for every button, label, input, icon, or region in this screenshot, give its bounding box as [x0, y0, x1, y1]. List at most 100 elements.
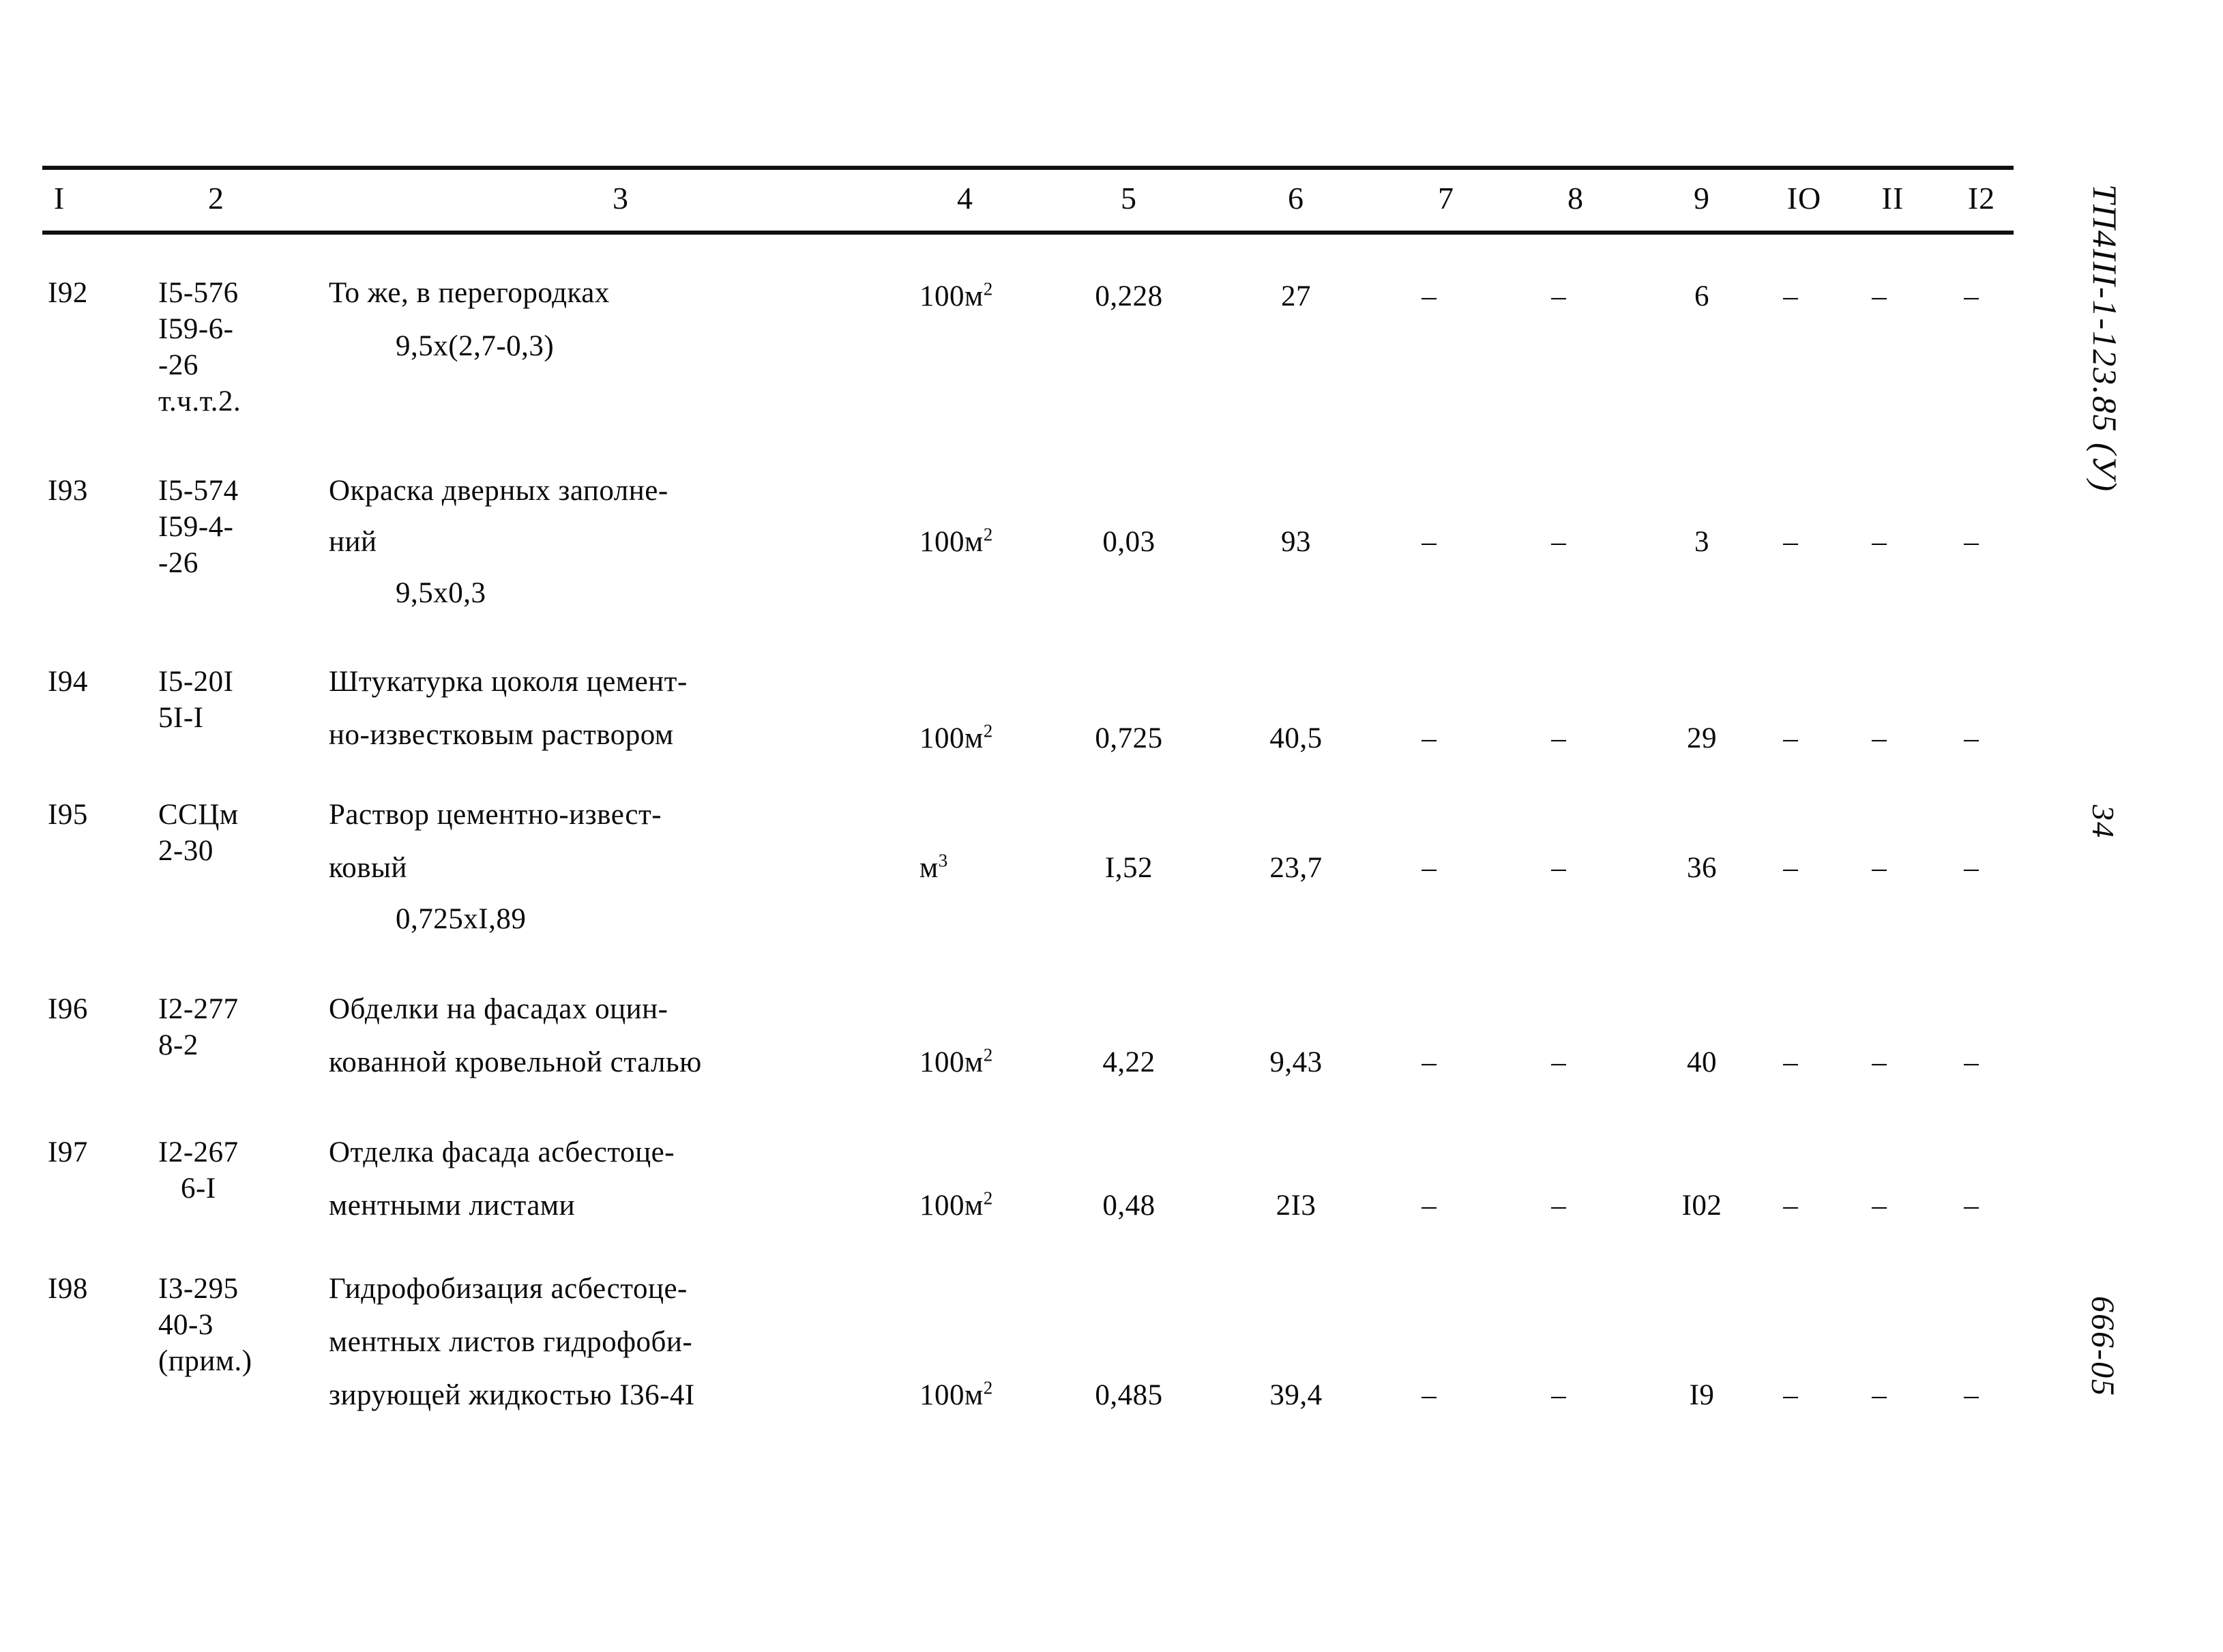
- document-number-vertical: 666-05: [2085, 1296, 2121, 1397]
- row-value-col11: –: [1872, 526, 1887, 558]
- row-code-line: ССЦм: [158, 799, 239, 831]
- row-code-line: I2-277: [158, 993, 239, 1025]
- row-value-col7: –: [1422, 722, 1437, 754]
- row-value-col9: I9: [1689, 1379, 1715, 1411]
- row-value-col7: –: [1422, 1379, 1437, 1411]
- unit-text: 100м: [919, 722, 984, 754]
- column-header-5: 5: [1121, 181, 1137, 216]
- row-code-line: I5-574: [158, 475, 239, 507]
- row-code-line: I3-295: [158, 1273, 239, 1305]
- row-code-line: I2-267: [158, 1136, 239, 1168]
- row-description: Отделка фасада асбестоце-: [329, 1136, 675, 1168]
- row-value-col6: 40,5: [1269, 722, 1323, 754]
- table-header-bottom-rule: [42, 231, 2014, 235]
- row-description: Обделки на фасадах оцин-: [329, 993, 668, 1025]
- row-value-col8: –: [1551, 722, 1566, 754]
- row-value-col7: –: [1422, 852, 1437, 884]
- row-value-col9: 36: [1687, 852, 1717, 884]
- row-value-col7: –: [1422, 1046, 1437, 1078]
- row-value-col6: 93: [1281, 526, 1311, 558]
- row-description: но-известковым раствором: [329, 719, 674, 751]
- row-number: I92: [48, 277, 88, 309]
- row-number: I98: [48, 1273, 88, 1305]
- row-value-col7: –: [1422, 1190, 1437, 1222]
- row-description: Штукатурка цоколя цемент-: [329, 666, 688, 698]
- row-value-col12: –: [1964, 1379, 1979, 1411]
- row-number: I97: [48, 1136, 88, 1168]
- row-value-col9: 29: [1687, 722, 1717, 754]
- row-value-col11: –: [1872, 1190, 1887, 1222]
- row-unit: 100м2: [919, 1375, 993, 1416]
- row-code-line: 5I-I: [158, 702, 204, 734]
- row-code-line: 40-3: [158, 1309, 214, 1341]
- column-header-3: 3: [613, 181, 629, 216]
- row-value-col12: –: [1964, 722, 1979, 754]
- column-header-2: 2: [208, 181, 224, 216]
- row-value-col12: –: [1964, 1190, 1979, 1222]
- row-unit: 100м2: [919, 718, 993, 759]
- row-value-col12: –: [1964, 280, 1979, 312]
- row-code-line: 6-I: [181, 1172, 216, 1205]
- row-unit: 100м2: [919, 522, 993, 563]
- row-value-col12: –: [1964, 852, 1979, 884]
- row-value-col10: –: [1783, 1046, 1798, 1078]
- page-number-vertical: 34: [2086, 805, 2121, 839]
- unit-text: 100м: [919, 280, 984, 312]
- row-description: ний: [329, 526, 377, 558]
- row-description: Окраска дверных заполне-: [329, 475, 668, 507]
- row-value-col6: 9,43: [1269, 1046, 1323, 1078]
- row-value-col6: 23,7: [1269, 852, 1323, 884]
- row-value-col8: –: [1551, 1190, 1566, 1222]
- row-unit: 100м2: [919, 276, 993, 317]
- column-header-6: 6: [1288, 181, 1304, 216]
- table-header-top-rule: [42, 166, 2014, 170]
- unit-exponent: 2: [983, 720, 993, 741]
- row-code-line: I5-20I: [158, 666, 234, 698]
- row-value-col5: 0,48: [1102, 1190, 1155, 1222]
- row-value-col11: –: [1872, 1046, 1887, 1078]
- row-unit: м3: [919, 848, 948, 889]
- row-number: I94: [48, 666, 88, 698]
- unit-exponent: 2: [983, 1044, 993, 1065]
- scanned-page: I 2 3 4 5 6 7 8 9 IO II I2 I92 I5-576 I5…: [0, 0, 2223, 1652]
- row-code-line: I59-4-: [158, 511, 234, 543]
- row-value-col9: I02: [1681, 1190, 1722, 1222]
- unit-exponent: 2: [983, 524, 993, 545]
- row-value-col10: –: [1783, 852, 1798, 884]
- row-value-col10: –: [1783, 1379, 1798, 1411]
- row-code-line: I59-6-: [158, 313, 234, 345]
- row-value-col5: 0,03: [1102, 526, 1155, 558]
- row-description: ментными листами: [329, 1190, 576, 1222]
- row-code-line: (прим.): [158, 1345, 252, 1377]
- unit-exponent: 2: [983, 1377, 993, 1398]
- row-value-col8: –: [1551, 1379, 1566, 1411]
- unit-exponent: 2: [983, 278, 993, 299]
- row-value-col9: 3: [1694, 526, 1709, 558]
- row-value-col10: –: [1783, 1190, 1798, 1222]
- unit-text: м: [919, 852, 939, 884]
- row-description: Раствор цементно-извест-: [329, 799, 662, 831]
- row-value-col6: 27: [1281, 280, 1311, 312]
- row-value-col6: 2I3: [1276, 1190, 1316, 1222]
- column-header-10: IO: [1786, 181, 1822, 216]
- row-description: 0,725хI,89: [396, 903, 527, 935]
- row-value-col5: 0,725: [1095, 722, 1163, 754]
- unit-text: 100м: [919, 1379, 984, 1411]
- row-description: То же, в перегородках: [329, 277, 610, 309]
- column-header-8: 8: [1567, 181, 1584, 216]
- column-header-7: 7: [1438, 181, 1454, 216]
- row-description: кованной кровельной сталью: [329, 1046, 702, 1078]
- row-unit: 100м2: [919, 1042, 993, 1083]
- column-header-4: 4: [957, 181, 973, 216]
- row-value-col8: –: [1551, 852, 1566, 884]
- row-unit: 100м2: [919, 1185, 993, 1226]
- row-code-line: -26: [158, 349, 198, 381]
- column-header-1: I: [53, 181, 65, 216]
- row-description: ментных листов гидрофоби-: [329, 1326, 693, 1358]
- row-value-col11: –: [1872, 852, 1887, 884]
- row-value-col7: –: [1422, 526, 1437, 558]
- column-header-12: I2: [1967, 181, 1996, 216]
- unit-text: 100м: [919, 1190, 984, 1222]
- row-number: I95: [48, 799, 88, 831]
- row-description: 9,5х0,3: [396, 577, 486, 609]
